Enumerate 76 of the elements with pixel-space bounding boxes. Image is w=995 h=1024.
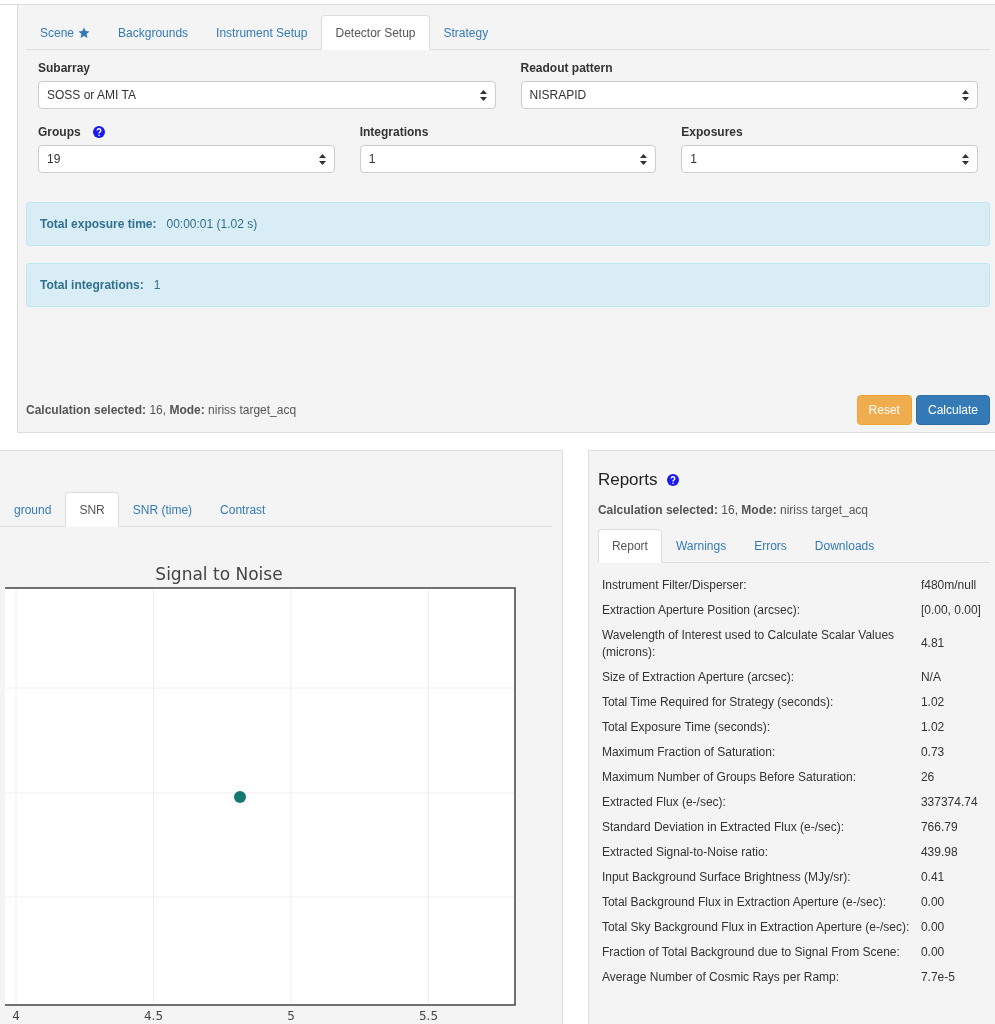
report-value: 7.7e-5: [920, 968, 956, 986]
up-down-caret-icon: [962, 89, 969, 101]
report-label: Extracted Signal-to-Noise ratio:: [597, 839, 921, 865]
up-down-caret-icon: [479, 89, 487, 101]
report-value: 439.98: [920, 843, 959, 861]
tab[interactable]: Instrument Setup: [202, 15, 322, 50]
tab[interactable]: Scene: [26, 15, 105, 50]
info-value: 1: [153, 277, 161, 294]
tick-label: 5: [287, 1009, 295, 1023]
chart-title: Signal to Noise: [155, 564, 283, 584]
report-value: 0.00: [920, 943, 946, 961]
report-label: Total Background Flux in Extraction Aperture (e-/sec):: [597, 889, 921, 915]
select-field[interactable]: 1: [681, 145, 978, 173]
tab[interactable]: SNR: [65, 492, 119, 527]
report-value: 4.81: [920, 635, 946, 652]
report-value: [0.00, 0.00]: [920, 601, 982, 619]
help-icon[interactable]: [92, 125, 105, 138]
report-value: f480m/null: [920, 576, 978, 594]
report-label: Maximum Fraction of Saturation:: [597, 739, 921, 765]
tab[interactable]: Downloads: [800, 528, 889, 563]
select-field[interactable]: NISRAPID: [520, 81, 978, 109]
report-value: 0.00: [920, 918, 946, 936]
tab[interactable]: Report: [597, 528, 662, 563]
select-field[interactable]: SOSS or AMI TA: [38, 81, 496, 109]
report-value: 1.02: [920, 718, 946, 736]
info-value: 00:00:01 (1.02 s): [166, 216, 258, 233]
tab[interactable]: SNR (time): [118, 492, 207, 527]
report-value: 0.73: [920, 743, 946, 761]
report-label: Input Background Surface Brightness (MJy/sr):: [597, 864, 921, 890]
report-label: Fraction of Total Background due to Signal From Scene:: [597, 939, 921, 965]
report-label: Total Exposure Time (seconds):: [597, 714, 921, 740]
tab[interactable]: ground: [0, 492, 66, 527]
up-down-caret-icon: [318, 153, 326, 165]
report-label: Average Number of Cosmic Rays per Ramp:: [597, 964, 921, 990]
report-label: Total Sky Background Flux in Extraction Aperture (e-/sec):: [597, 914, 921, 940]
up-down-caret-icon: [640, 153, 648, 165]
calculation-status: Calculation selected: 16, Mode: niriss target_acq: [26, 402, 297, 419]
report-label: Wavelength of Interest used to Calculate Scalar Values (microns):: [597, 622, 921, 665]
report-value: 1.02: [920, 693, 946, 711]
info-label: Total exposure time:: [40, 216, 157, 233]
report-value: 0.41: [920, 868, 946, 886]
select-field[interactable]: 1: [359, 145, 657, 173]
report-label: Standard Deviation in Extracted Flux (e-/sec):: [597, 814, 921, 840]
report-value: 766.79: [920, 818, 959, 836]
field-label: Subarray: [38, 59, 91, 77]
select-field[interactable]: 19: [38, 145, 335, 173]
tab[interactable]: Backgrounds: [104, 15, 203, 50]
report-label: Size of Extraction Aperture (arcsec):: [597, 664, 921, 690]
tick-label: 4.5: [143, 1009, 164, 1023]
field-label: Integrations: [359, 123, 429, 141]
tab[interactable]: Warnings: [661, 528, 741, 563]
report-value: 337374.74: [920, 793, 979, 811]
report-label: Extracted Flux (e-/sec):: [597, 789, 921, 815]
calculation-status: Calculation selected: 16, Mode: niriss target_acq: [597, 501, 870, 519]
action-button[interactable]: Calculate: [915, 395, 990, 425]
panel-title: Reports: [597, 469, 658, 491]
report-label: Instrument Filter/Disperser:: [597, 572, 921, 598]
tick-label: 4: [12, 1009, 20, 1023]
field-label: Readout pattern: [520, 59, 613, 77]
help-icon[interactable]: [667, 473, 680, 486]
tab[interactable]: Contrast: [206, 492, 280, 527]
report-label: Maximum Number of Groups Before Saturation:: [597, 764, 921, 790]
report-value: N/A: [920, 668, 942, 686]
report-label: Total Time Required for Strategy (seconds):: [597, 689, 921, 715]
report-value: 26: [920, 768, 936, 786]
tab[interactable]: Detector Setup: [321, 15, 430, 50]
tab[interactable]: Strategy: [429, 15, 503, 50]
up-down-caret-icon: [962, 153, 969, 165]
report-value: 0.00: [920, 893, 946, 911]
data-point: [234, 791, 246, 803]
info-label: Total integrations:: [40, 277, 144, 294]
field-label: Exposures: [681, 123, 743, 141]
tab[interactable]: Errors: [740, 528, 801, 563]
tick-label: 5.5: [418, 1009, 439, 1023]
report-label: Extraction Aperture Position (arcsec):: [597, 597, 921, 623]
field-label: Groups: [38, 123, 81, 141]
